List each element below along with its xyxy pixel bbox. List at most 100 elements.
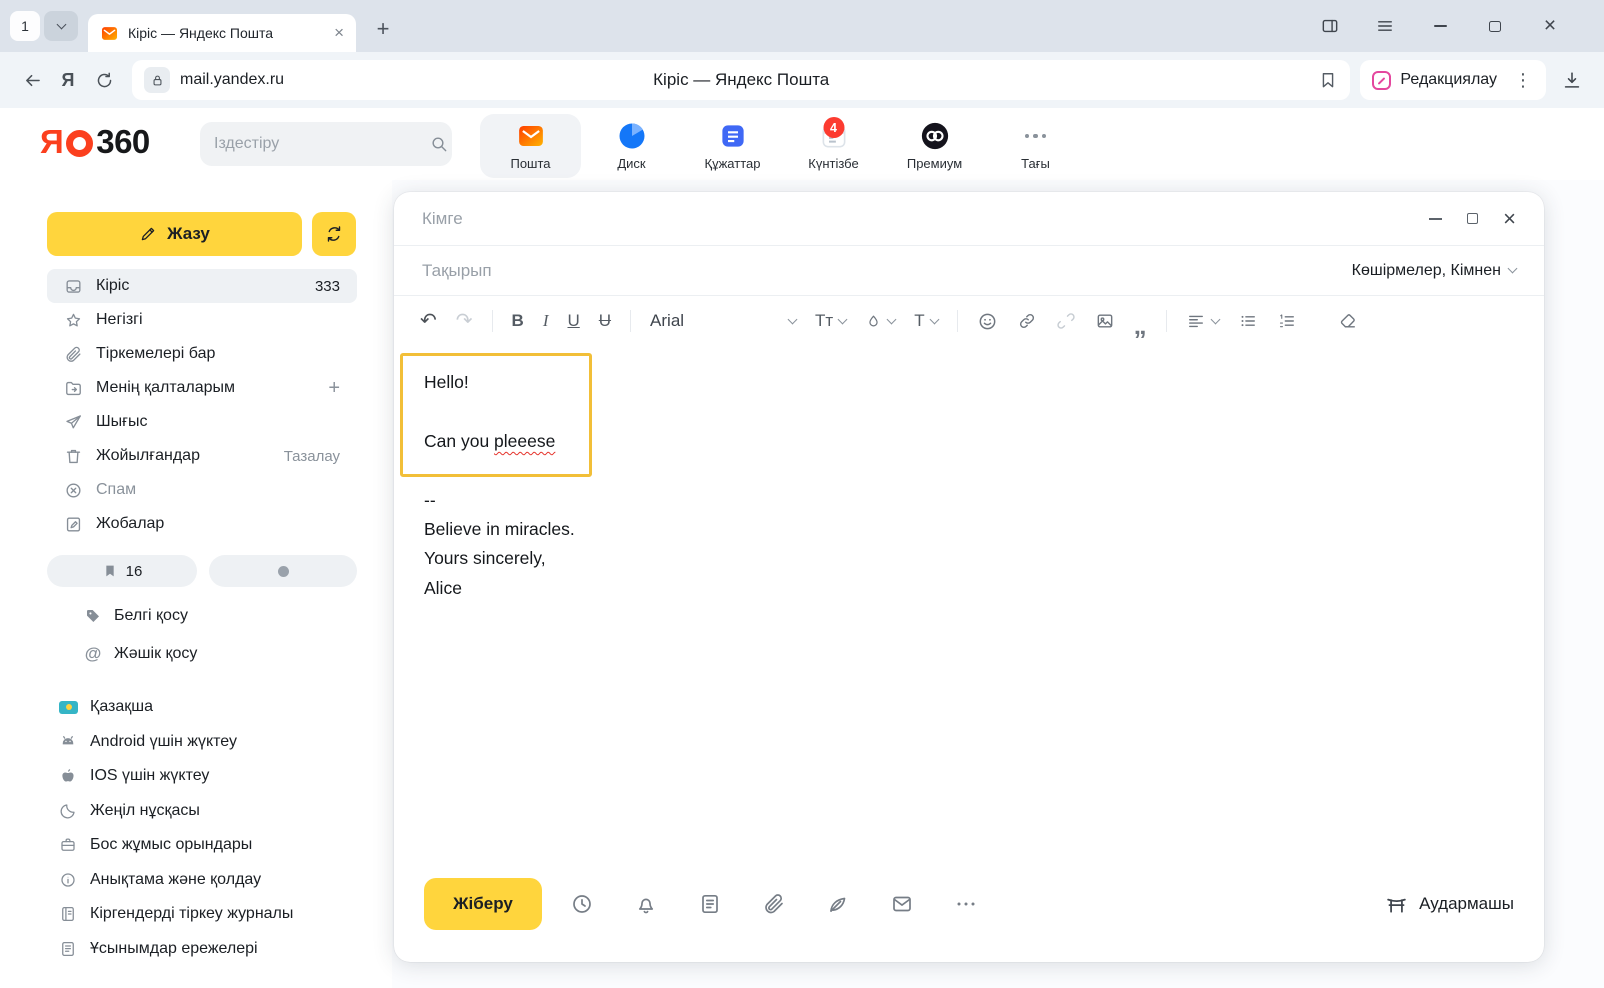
side-panel-button[interactable] <box>1312 8 1348 44</box>
bullet-list-button[interactable] <box>1238 311 1258 331</box>
window-close-button[interactable]: × <box>1532 8 1568 44</box>
add-label-button[interactable]: Белгі қосу <box>47 597 357 635</box>
service-switcher: Пошта Диск Құжаттар 4 Күнтізбе <box>480 112 1086 180</box>
sidebar-item-attachments[interactable]: Тіркемелері бар <box>47 337 357 371</box>
dot-tag-pill[interactable] <box>209 555 357 587</box>
compose-button[interactable]: Жазу <box>47 212 302 256</box>
window-maximize-button[interactable] <box>1477 8 1513 44</box>
signature-line: Yours sincerely, <box>424 544 575 573</box>
bold-button[interactable]: B <box>512 311 524 331</box>
tab-list-button[interactable] <box>44 11 78 41</box>
refresh-icon <box>324 224 344 244</box>
strikethrough-button[interactable]: U <box>599 311 611 331</box>
text-color-button[interactable]: T <box>914 311 937 331</box>
paperclip-icon <box>762 892 786 916</box>
notify-button[interactable] <box>634 892 658 916</box>
compose-minimize-icon[interactable] <box>1429 218 1442 220</box>
signature-button[interactable] <box>826 892 850 916</box>
schedule-send-button[interactable] <box>570 892 594 916</box>
new-tab-button[interactable]: + <box>366 12 400 46</box>
numbered-list-button[interactable] <box>1277 311 1297 331</box>
paperclip-icon <box>64 345 83 364</box>
cc-from-toggle[interactable]: Көшірмелер, Кімнен <box>1352 262 1516 280</box>
tab-counter[interactable]: 1 <box>10 11 40 41</box>
undo-button[interactable]: ↶ <box>420 311 437 331</box>
refresh-button[interactable] <box>312 212 356 256</box>
translator-button[interactable]: Аудармашы <box>1384 892 1514 917</box>
blockquote-button[interactable]: „ <box>1134 311 1147 330</box>
sidebar-item-sent[interactable]: Шығыс <box>47 405 357 439</box>
sidebar-item-my-folders[interactable]: Менің қалталарым + <box>47 371 357 405</box>
remove-link-button[interactable] <box>1056 311 1076 331</box>
service-more[interactable]: Тағы <box>985 114 1086 178</box>
sidebar-item-inbox[interactable]: Кіріс 333 <box>47 269 357 303</box>
edit-pill: Редакциялау ⋮ <box>1360 60 1546 100</box>
service-mail[interactable]: Пошта <box>480 114 581 178</box>
add-mailbox-button[interactable]: @ Жәшік қосу <box>47 635 357 673</box>
saved-tag-pill[interactable]: 16 <box>47 555 197 587</box>
subject-field[interactable] <box>422 261 1352 281</box>
underline-button[interactable]: U <box>567 311 579 331</box>
back-button[interactable] <box>14 62 50 98</box>
sidebar-item-trash[interactable]: Жойылғандар Тазалау <box>47 439 357 473</box>
attach-file-button[interactable] <box>762 892 786 916</box>
more-options-icon[interactable]: ⋮ <box>1506 70 1534 91</box>
insert-link-button[interactable] <box>1017 311 1037 331</box>
service-calendar[interactable]: 4 Күнтізбе <box>783 114 884 178</box>
light-version-link[interactable]: Жеңіл нұсқасы <box>47 794 382 829</box>
insert-image-button[interactable] <box>1095 311 1115 331</box>
bell-icon <box>634 892 658 916</box>
font-size-select[interactable]: Tт <box>815 311 846 331</box>
body-blank-line <box>424 397 575 426</box>
bookmark-flag-icon[interactable] <box>1318 70 1338 90</box>
ios-download-link[interactable]: IOS үшін жүктеу <box>47 759 382 794</box>
login-journal-link[interactable]: Кіргендерді тіркеу журналы <box>47 897 382 932</box>
url-bar[interactable]: mail.yandex.ru Кіріс — Яндекс Пошта <box>132 60 1350 100</box>
reload-button[interactable] <box>86 62 122 98</box>
email-body-editor[interactable]: Hello! Can you pleeese -- Believe in mir… <box>394 347 1544 876</box>
template-button[interactable] <box>698 892 722 916</box>
compose-restore-icon[interactable] <box>1467 213 1478 224</box>
edit-button[interactable]: Редакциялау <box>1400 71 1497 89</box>
compose-button-label: Жазу <box>167 224 210 244</box>
align-button[interactable] <box>1186 311 1219 331</box>
search-box[interactable] <box>200 122 452 166</box>
sidebar-item-spam[interactable]: Спам <box>47 473 357 507</box>
yandex-search-button[interactable]: Я <box>50 70 86 91</box>
add-folder-button[interactable]: + <box>328 378 340 398</box>
service-premium[interactable]: Премиум <box>884 114 985 178</box>
font-family-select[interactable]: Arial <box>650 311 796 331</box>
send-button[interactable]: Жіберу <box>424 878 542 930</box>
sidebar-item-drafts[interactable]: Жобалар <box>47 507 357 541</box>
body-line: Can you pleeese <box>424 427 575 456</box>
clear-formatting-button[interactable] <box>1338 311 1358 331</box>
browser-menu-button[interactable] <box>1367 8 1403 44</box>
highlight-color-button[interactable] <box>865 313 895 330</box>
service-disk[interactable]: Диск <box>581 114 682 178</box>
downloads-button[interactable] <box>1554 62 1590 98</box>
vacancies-link[interactable]: Бос жұмыс орындары <box>47 828 382 863</box>
search-input[interactable] <box>214 135 421 153</box>
clear-trash-button[interactable]: Тазалау <box>284 448 340 465</box>
ssl-lock-chip[interactable] <box>144 67 170 93</box>
service-docs[interactable]: Құжаттар <box>682 114 783 178</box>
tab-close-icon[interactable]: × <box>334 23 344 43</box>
to-field[interactable] <box>422 209 1405 229</box>
redo-button[interactable]: ↷ <box>456 311 473 331</box>
help-support-link[interactable]: Анықтама және қолдау <box>47 863 382 898</box>
spam-icon <box>64 481 83 500</box>
compose-close-icon[interactable]: × <box>1503 208 1516 230</box>
more-actions-button[interactable] <box>954 892 978 916</box>
language-link[interactable]: Қазақша <box>47 690 382 725</box>
emoji-button[interactable] <box>977 311 998 332</box>
sidebar-item-important[interactable]: Негізгі <box>47 303 357 337</box>
window-minimize-button[interactable] <box>1422 8 1458 44</box>
compose-window: × Көшірмелер, Кімнен ↶ ↷ B I U U Arial <box>394 192 1544 962</box>
browser-tab[interactable]: Кіріс — Яндекс Пошта × <box>88 14 356 52</box>
italic-button[interactable]: I <box>543 311 549 331</box>
android-download-link[interactable]: Android үшін жүктеу <box>47 725 382 760</box>
attach-from-mail-button[interactable] <box>890 892 914 916</box>
document-rules-icon <box>59 940 77 958</box>
recommendation-rules-link[interactable]: Ұсынымдар ережелері <box>47 932 382 967</box>
yandex-360-logo[interactable]: Я 360 <box>40 123 150 161</box>
